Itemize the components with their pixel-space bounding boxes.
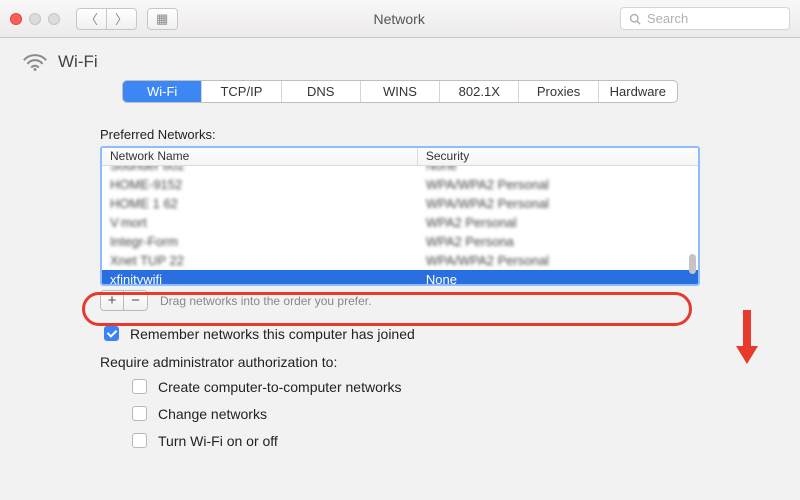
tab-bar: Wi-Fi TCP/IP DNS WINS 802.1X Proxies Har… bbox=[122, 80, 678, 103]
forward-button[interactable]: 〉 bbox=[107, 8, 137, 30]
column-network-name[interactable]: Network Name bbox=[102, 148, 418, 165]
require-opt-label: Change networks bbox=[158, 406, 267, 422]
titlebar: 〈 〉 ▦ Network Search bbox=[0, 0, 800, 38]
back-button[interactable]: 〈 bbox=[76, 8, 107, 30]
search-placeholder: Search bbox=[647, 11, 688, 26]
scrollbar-thumb[interactable] bbox=[689, 254, 696, 274]
column-security[interactable]: Security bbox=[418, 148, 698, 165]
search-input[interactable]: Search bbox=[620, 7, 790, 30]
tab-proxies[interactable]: Proxies bbox=[519, 81, 598, 102]
wifi-icon bbox=[22, 52, 48, 72]
nav-buttons: 〈 〉 bbox=[76, 8, 137, 30]
table-row-selected[interactable]: xfinitywifiNone bbox=[102, 270, 698, 286]
require-change-networks-checkbox[interactable] bbox=[132, 406, 147, 421]
tab-8021x[interactable]: 802.1X bbox=[440, 81, 519, 102]
chevron-left-icon: 〈 bbox=[85, 9, 98, 28]
require-create-c2c-checkbox[interactable] bbox=[132, 379, 147, 394]
require-opt-label: Create computer-to-computer networks bbox=[158, 379, 402, 395]
require-opt-label: Turn Wi-Fi on or off bbox=[158, 433, 278, 449]
section-header: Wi-Fi bbox=[0, 38, 800, 80]
chevron-right-icon: 〉 bbox=[115, 9, 128, 28]
minus-icon: − bbox=[131, 292, 140, 309]
tab-wifi[interactable]: Wi-Fi bbox=[123, 81, 202, 102]
show-all-button[interactable]: ▦ bbox=[147, 8, 178, 30]
search-icon bbox=[629, 13, 641, 25]
remember-networks-checkbox[interactable] bbox=[104, 326, 119, 341]
require-opt-row: Create computer-to-computer networks bbox=[128, 376, 700, 397]
remember-networks-label: Remember networks this computer has join… bbox=[130, 326, 415, 342]
require-auth-label: Require administrator authorization to: bbox=[100, 354, 700, 370]
drag-hint: Drag networks into the order you prefer. bbox=[160, 294, 371, 308]
preferred-networks-label: Preferred Networks: bbox=[100, 127, 700, 142]
table-row[interactable]: Xnet TUP 22WPA/WPA2 Personal bbox=[102, 251, 698, 270]
tab-wins[interactable]: WINS bbox=[361, 81, 440, 102]
table-body: Sounder 802None HOME-9152WPA/WPA2 Person… bbox=[102, 166, 698, 286]
zoom-window-button[interactable] bbox=[48, 13, 60, 25]
table-row[interactable]: HOME 1 62WPA/WPA2 Personal bbox=[102, 194, 698, 213]
plus-icon: + bbox=[108, 292, 117, 309]
window-title: Network bbox=[188, 11, 610, 27]
remove-network-button[interactable]: − bbox=[124, 290, 148, 311]
section-title: Wi-Fi bbox=[58, 52, 98, 72]
table-row[interactable]: V mortWPA2 Personal bbox=[102, 213, 698, 232]
tab-dns[interactable]: DNS bbox=[282, 81, 361, 102]
require-opt-row: Turn Wi-Fi on or off bbox=[128, 430, 700, 451]
remember-row: Remember networks this computer has join… bbox=[100, 323, 700, 344]
table-row[interactable]: Sounder 802None bbox=[102, 166, 698, 175]
require-wifi-toggle-checkbox[interactable] bbox=[132, 433, 147, 448]
close-window-button[interactable] bbox=[10, 13, 22, 25]
require-opt-row: Change networks bbox=[128, 403, 700, 424]
minimize-window-button[interactable] bbox=[29, 13, 41, 25]
add-network-button[interactable]: + bbox=[100, 290, 124, 311]
tab-tcpip[interactable]: TCP/IP bbox=[202, 81, 281, 102]
window-controls bbox=[10, 13, 60, 25]
preferred-networks-table[interactable]: Network Name Security Sounder 802None HO… bbox=[100, 146, 700, 286]
grid-icon: ▦ bbox=[156, 11, 169, 27]
tab-hardware[interactable]: Hardware bbox=[599, 81, 677, 102]
table-row[interactable]: Integr-FormWPA2 Persona bbox=[102, 232, 698, 251]
table-header: Network Name Security bbox=[102, 148, 698, 166]
table-row[interactable]: HOME-9152WPA/WPA2 Personal bbox=[102, 175, 698, 194]
